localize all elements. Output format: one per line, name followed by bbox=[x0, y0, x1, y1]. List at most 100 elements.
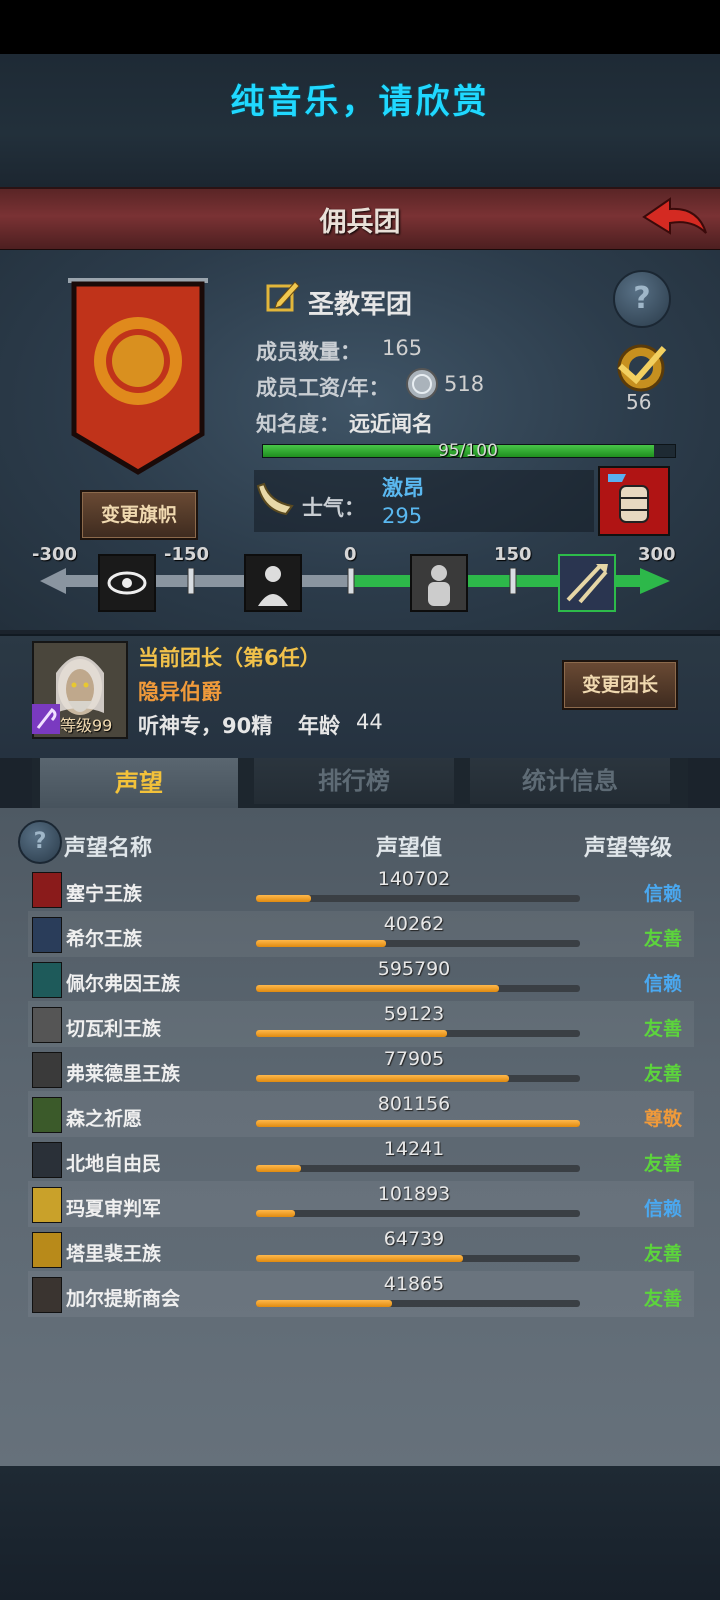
help-icon[interactable]: ? bbox=[613, 270, 671, 328]
faction-emblem-icon bbox=[32, 1232, 62, 1268]
reputation-value: 14241 bbox=[383, 1138, 445, 1160]
reputation-value: 595790 bbox=[377, 958, 451, 980]
faction-name: 森之祈愿 bbox=[66, 1108, 143, 1130]
back-arrow-icon[interactable] bbox=[640, 193, 710, 241]
page-title: 佣兵团 bbox=[319, 207, 401, 238]
table-row[interactable]: 塞宁王族 140702 信赖 bbox=[28, 866, 694, 912]
reputation-value: 64739 bbox=[383, 1228, 445, 1250]
faction-emblem-icon bbox=[32, 917, 62, 953]
morale-eye-icon[interactable] bbox=[98, 554, 156, 612]
faction-name: 希尔王族 bbox=[66, 928, 143, 950]
change-banner-button[interactable]: 变更旗帜 bbox=[80, 490, 198, 540]
faction-emblem-icon bbox=[32, 872, 62, 908]
reputation-value: 77905 bbox=[383, 1048, 445, 1070]
top-banner-text: 纯音乐，请欣赏 bbox=[230, 82, 490, 122]
reputation-bar bbox=[256, 1165, 580, 1172]
faction-emblem-icon bbox=[32, 962, 62, 998]
reputation-bar bbox=[256, 1075, 580, 1082]
tab-statistics[interactable]: 统计信息 bbox=[470, 758, 670, 804]
event-barrel-icon[interactable] bbox=[598, 466, 670, 536]
table-row[interactable]: 弗莱德里王族 77905 友善 bbox=[28, 1046, 694, 1092]
morale-label: 士气： bbox=[302, 496, 365, 520]
guild-name: 圣教军团 bbox=[308, 290, 413, 320]
faction-emblem-icon bbox=[32, 1097, 62, 1133]
table-help-icon[interactable]: ? bbox=[18, 820, 62, 864]
faction-emblem-icon bbox=[32, 1277, 62, 1313]
members-count: 165 bbox=[382, 336, 423, 360]
leader-name: 隐异伯爵 bbox=[138, 680, 222, 704]
reputation-bar bbox=[256, 1030, 580, 1037]
reputation-bar-fill bbox=[256, 985, 499, 992]
silver-coin-icon bbox=[406, 368, 438, 400]
reputation-level: 友善 bbox=[643, 1018, 682, 1040]
reputation-bar-fill bbox=[256, 940, 386, 947]
tick-neg150: -150 bbox=[164, 544, 210, 565]
horn-icon bbox=[256, 482, 294, 516]
table-row[interactable]: 森之祈愿 801156 尊敬 bbox=[28, 1091, 694, 1137]
leader-age-label: 年龄 bbox=[298, 714, 340, 738]
reputation-level: 信赖 bbox=[643, 883, 682, 905]
table-row[interactable]: 切瓦利王族 59123 友善 bbox=[28, 1001, 694, 1047]
reputation-value: 59123 bbox=[383, 1003, 445, 1025]
table-row[interactable]: 塔里裴王族 64739 友善 bbox=[28, 1226, 694, 1272]
reputation-bar bbox=[256, 895, 580, 902]
col-value-header: 声望值 bbox=[376, 836, 443, 861]
reputation-badge-icon[interactable] bbox=[610, 342, 672, 394]
table-row[interactable]: 北地自由民 14241 友善 bbox=[28, 1136, 694, 1182]
fame-progress-text: 95/100 bbox=[438, 441, 498, 461]
table-row[interactable]: 加尔提斯商会 41865 友善 bbox=[28, 1271, 694, 1317]
table-row[interactable]: 佩尔弗因王族 595790 信赖 bbox=[28, 956, 694, 1002]
reputation-bar bbox=[256, 985, 580, 992]
faction-name: 佩尔弗因王族 bbox=[66, 973, 181, 995]
morale-excited-icon[interactable] bbox=[558, 554, 616, 612]
faction-emblem-icon bbox=[32, 1052, 62, 1088]
faction-name: 北地自由民 bbox=[66, 1153, 162, 1175]
edit-icon[interactable] bbox=[265, 278, 301, 314]
faction-emblem-icon bbox=[32, 1187, 62, 1223]
reputation-value: 41865 bbox=[383, 1273, 445, 1295]
reputation-level: 尊敬 bbox=[643, 1108, 682, 1130]
col-name-header: 声望名称 bbox=[64, 836, 153, 861]
morale-despair-icon[interactable] bbox=[244, 554, 302, 612]
reputation-bar-fill bbox=[256, 1165, 302, 1172]
leader-age: 44 bbox=[356, 710, 383, 734]
faction-name: 玛夏审判军 bbox=[66, 1198, 162, 1220]
tick-300: 300 bbox=[638, 544, 676, 565]
reputation-value: 40262 bbox=[383, 913, 445, 935]
morale-state: 激昂 bbox=[382, 476, 424, 500]
change-leader-button[interactable]: 变更团长 bbox=[562, 660, 678, 710]
reputation-level: 友善 bbox=[643, 1063, 682, 1085]
faction-name: 塞宁王族 bbox=[66, 883, 143, 905]
reputation-level: 友善 bbox=[643, 1288, 682, 1310]
faction-emblem-icon bbox=[32, 1007, 62, 1043]
col-level-header: 声望等级 bbox=[584, 836, 673, 861]
reputation-bar-fill bbox=[256, 1030, 448, 1037]
reputation-value: 801156 bbox=[377, 1093, 451, 1115]
fame-value: 远近闻名 bbox=[349, 412, 433, 436]
members-label: 成员数量： bbox=[256, 340, 361, 364]
table-row[interactable]: 玛夏审判军 101893 信赖 bbox=[28, 1181, 694, 1227]
reputation-value: 140702 bbox=[377, 868, 451, 890]
tab-ranking[interactable]: 排行榜 bbox=[254, 758, 454, 804]
reputation-bar bbox=[256, 940, 580, 947]
guild-banner-flag bbox=[68, 278, 208, 475]
reputation-level: 信赖 bbox=[643, 1198, 682, 1220]
morale-calm-icon[interactable] bbox=[410, 554, 468, 612]
faction-name: 弗莱德里王族 bbox=[66, 1063, 181, 1085]
reputation-bar bbox=[256, 1210, 580, 1217]
faction-name: 切瓦利王族 bbox=[66, 1018, 162, 1040]
reputation-bar bbox=[256, 1300, 580, 1307]
wage-value: 518 bbox=[444, 372, 485, 396]
bottom-area bbox=[0, 1466, 720, 1600]
reputation-level: 信赖 bbox=[643, 973, 682, 995]
morale-value: 295 bbox=[382, 504, 423, 528]
reputation-bar bbox=[256, 1120, 580, 1127]
wage-label: 成员工资/年： bbox=[256, 376, 390, 400]
reputation-bar-fill bbox=[256, 1210, 295, 1217]
leader-traits: 听神专，90精 bbox=[138, 714, 273, 738]
reputation-level: 友善 bbox=[643, 928, 682, 950]
reputation-bar-fill bbox=[256, 1075, 509, 1082]
table-row[interactable]: 希尔王族 40262 友善 bbox=[28, 911, 694, 957]
tab-reputation[interactable]: 声望 bbox=[40, 758, 238, 810]
leader-title: 当前团长（第6任） bbox=[138, 646, 321, 670]
